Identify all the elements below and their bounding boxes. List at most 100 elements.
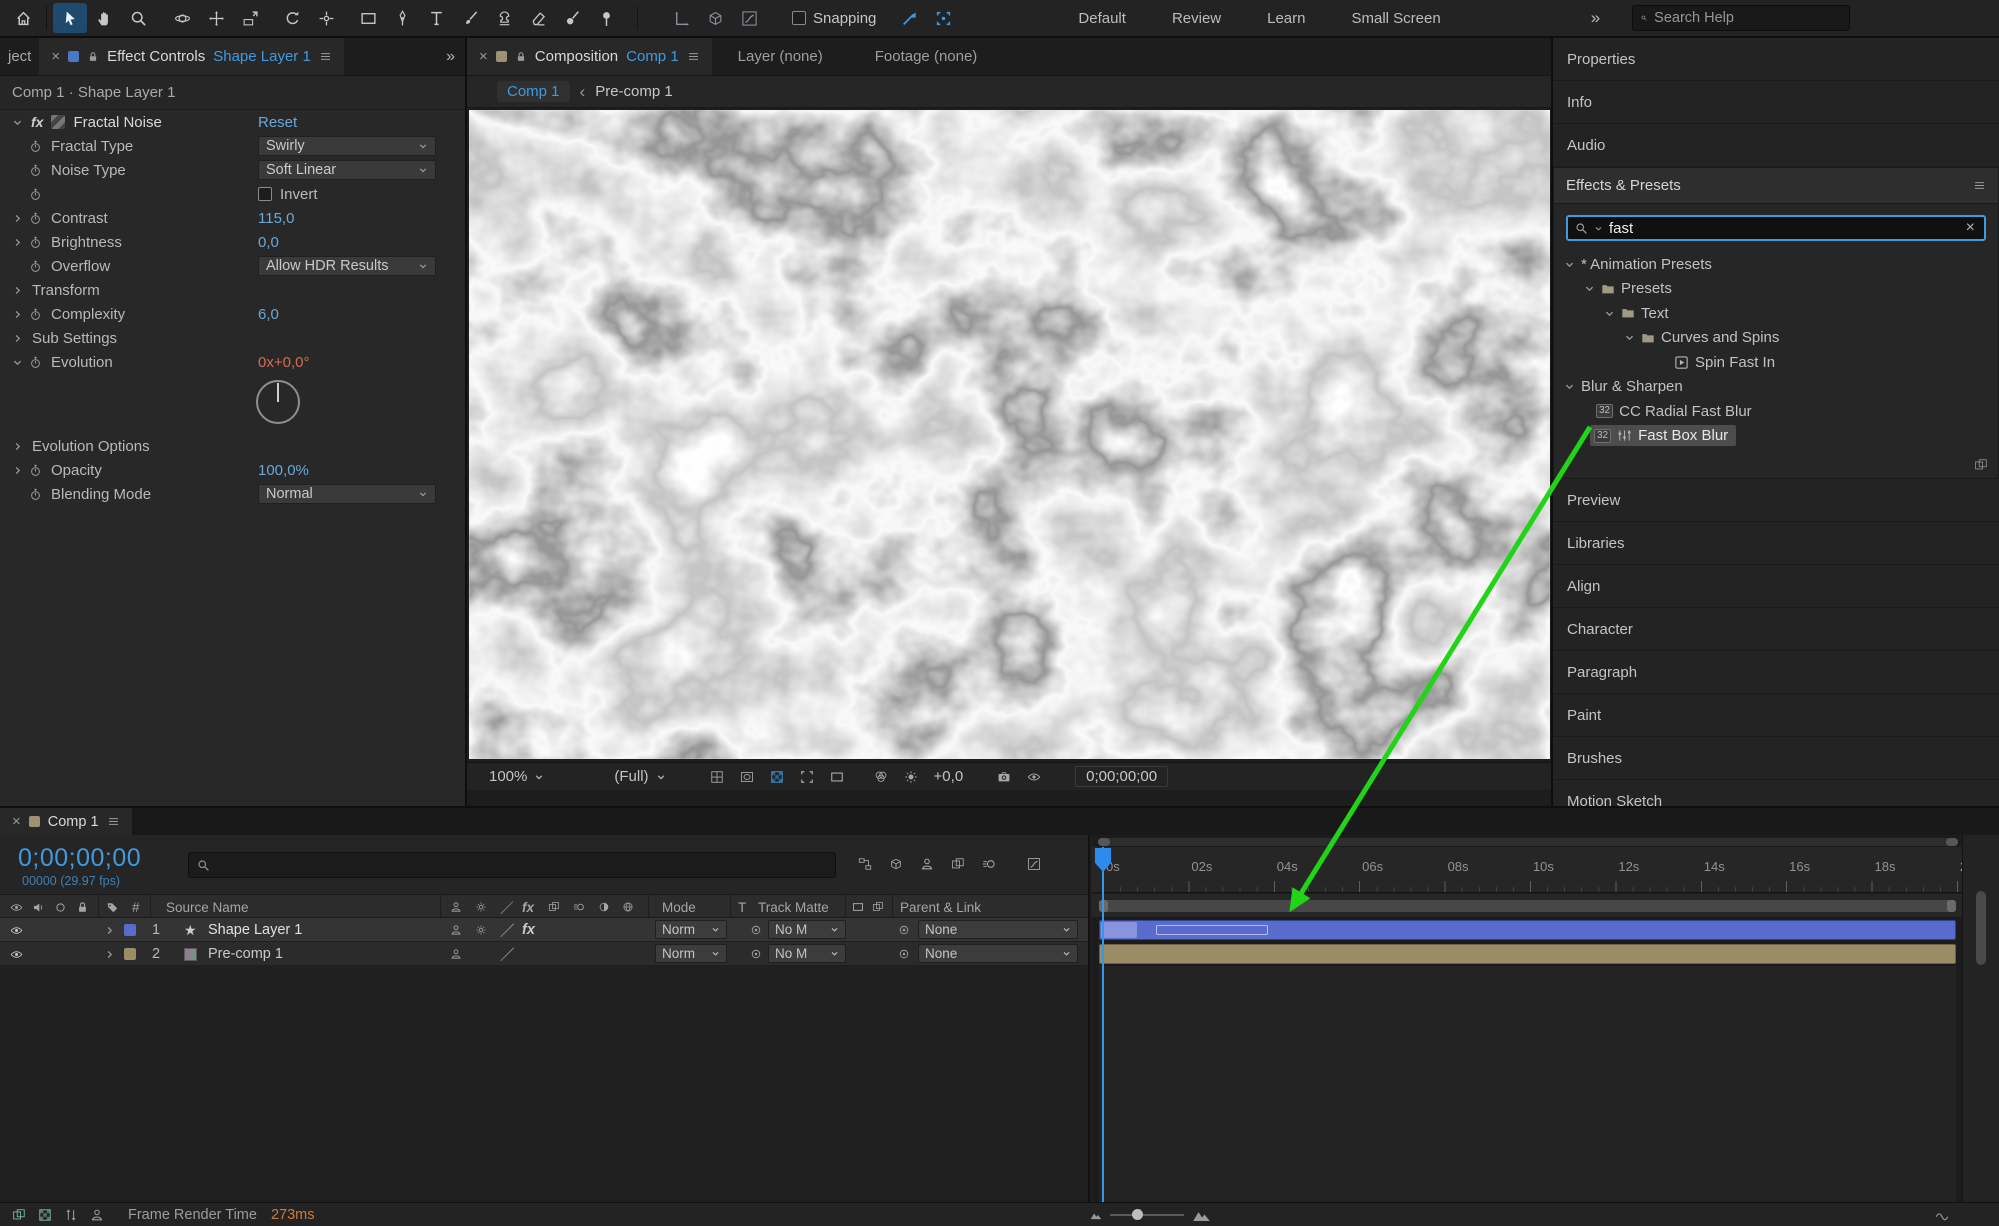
close-tab-icon[interactable]: ×: [479, 48, 488, 65]
collapsed-panel-tab[interactable]: Paragraph: [1553, 651, 1999, 694]
parent-link-column-header[interactable]: Parent & Link: [900, 895, 981, 919]
zoom-slider-track[interactable]: [1110, 1214, 1184, 1216]
navigator-end-handle[interactable]: [1946, 838, 1958, 846]
guides-icon[interactable]: [822, 770, 852, 784]
navigator-start-handle[interactable]: [1098, 838, 1110, 846]
blending-mode-dropdown[interactable]: Normal: [258, 484, 436, 504]
axis-mode-world-icon[interactable]: [698, 3, 732, 33]
axis-mode-view-icon[interactable]: [732, 3, 766, 33]
effects-search-box[interactable]: ×: [1566, 215, 1986, 241]
transform-group-row[interactable]: Transform: [0, 278, 465, 302]
chevron-right-icon[interactable]: [12, 465, 23, 476]
timeline-search-input[interactable]: [217, 857, 827, 873]
timeline-search-box[interactable]: [188, 852, 836, 878]
pen-tool-icon[interactable]: [385, 3, 419, 33]
track-matte-pickwhip-icon[interactable]: [750, 918, 762, 942]
rectangle-tool-icon[interactable]: [351, 3, 385, 33]
parent-dropdown[interactable]: None: [918, 920, 1078, 939]
graph-editor-icon[interactable]: [1027, 857, 1041, 871]
snapping-checkbox[interactable]: [792, 11, 806, 25]
mask-visibility-icon[interactable]: [732, 770, 762, 784]
time-navigator[interactable]: [1098, 838, 1958, 846]
fx-badge[interactable]: fx: [31, 114, 43, 130]
parent-pickwhip-icon[interactable]: [898, 918, 910, 942]
layer-row-precomp[interactable]: 2 Pre-comp 1 ／ Norm No M None: [0, 942, 1088, 966]
sub-settings-group-row[interactable]: Sub Settings: [0, 326, 465, 350]
draft-3d-icon[interactable]: [889, 857, 903, 871]
vertical-scrollbar-thumb[interactable]: [1976, 891, 1986, 965]
stopwatch-icon[interactable]: [29, 236, 42, 249]
dolly-camera-tool-icon[interactable]: [233, 3, 267, 33]
quality-toggle-icon[interactable]: ／: [500, 942, 515, 966]
tree-item-fast-box-blur[interactable]: 32 Fast Box Blur: [1554, 424, 1998, 449]
chevron-down-icon[interactable]: [12, 117, 23, 128]
source-name-column-header[interactable]: Source Name: [166, 895, 249, 919]
comp-duration-region[interactable]: [1099, 966, 1956, 1202]
effects-search-input[interactable]: [1609, 220, 1958, 237]
brush-tool-icon[interactable]: [453, 3, 487, 33]
exposure-value[interactable]: +0,0: [934, 768, 964, 785]
clear-search-icon[interactable]: ×: [1964, 219, 1977, 237]
timeline-empty-area[interactable]: [0, 966, 1088, 1202]
home-icon[interactable]: [6, 3, 40, 33]
timeline-comp-tab[interactable]: × Comp 1: [0, 808, 132, 835]
stopwatch-icon[interactable]: [29, 188, 42, 201]
panel-menu-icon[interactable]: [107, 815, 120, 828]
collapsed-panel-tab[interactable]: Brushes: [1553, 737, 1999, 780]
work-area-end-handle[interactable]: [1947, 900, 1956, 912]
stopwatch-icon[interactable]: [29, 464, 42, 477]
rotation-tool-icon[interactable]: [275, 3, 309, 33]
collapsed-panel-tab[interactable]: Motion Sketch: [1553, 780, 1999, 806]
collapsed-panel-tab[interactable]: Character: [1553, 608, 1999, 651]
shy-toggle-icon[interactable]: [450, 942, 462, 966]
stopwatch-icon[interactable]: [29, 212, 42, 225]
chevron-right-icon[interactable]: [12, 285, 23, 296]
collapsed-panel-tab[interactable]: Align: [1553, 565, 1999, 608]
workspace-tab-learn[interactable]: Learn: [1267, 10, 1305, 27]
stopwatch-icon[interactable]: [29, 308, 42, 321]
panel-menu-icon[interactable]: [319, 50, 332, 63]
snapshot-camera-icon[interactable]: [989, 770, 1019, 784]
chevron-right-icon[interactable]: [12, 441, 23, 452]
reset-exposure-icon[interactable]: [896, 770, 926, 784]
motion-blur-icon[interactable]: [982, 857, 996, 871]
channel-display-icon[interactable]: [866, 770, 896, 784]
stopwatch-icon[interactable]: [29, 164, 42, 177]
tree-item-text[interactable]: Text: [1554, 301, 1998, 326]
contrast-value[interactable]: 115,0: [258, 210, 294, 227]
stopwatch-icon[interactable]: [29, 488, 42, 501]
close-tab-icon[interactable]: ×: [12, 813, 21, 830]
wave-toggle-icon[interactable]: [1929, 1208, 1955, 1222]
frame-blending-icon[interactable]: [951, 857, 965, 871]
workspace-overflow-button[interactable]: »: [1591, 8, 1598, 28]
collapsed-panel-tab[interactable]: Info: [1553, 81, 1999, 124]
overflow-dropdown[interactable]: Allow HDR Results: [258, 256, 436, 276]
parent-dropdown[interactable]: None: [918, 944, 1078, 963]
layer-expander-icon[interactable]: [104, 942, 115, 966]
t-column-header[interactable]: T: [738, 895, 746, 919]
chevron-right-icon[interactable]: [12, 237, 23, 248]
workspace-tab-default[interactable]: Default: [1078, 10, 1126, 27]
shape-layer-duration-bar[interactable]: [1099, 920, 1956, 940]
pan-behind-tool-icon[interactable]: [309, 3, 343, 33]
evolution-value[interactable]: 0x+0,0°: [258, 354, 309, 371]
invert-checkbox[interactable]: [258, 187, 272, 201]
orbit-camera-tool-icon[interactable]: [165, 3, 199, 33]
snapping-toggle[interactable]: Snapping: [792, 10, 876, 27]
effect-controls-tab[interactable]: × Effect Controls Shape Layer 1: [39, 38, 343, 75]
time-ruler[interactable]: 0s02s04s06s08s10s12s14s16s18s20s: [1092, 847, 1962, 893]
quality-toggle-icon[interactable]: ／: [500, 918, 515, 942]
collapse-toggle-icon[interactable]: [475, 918, 487, 942]
pan-camera-tool-icon[interactable]: [199, 3, 233, 33]
effect-header-row[interactable]: fx Fractal Noise Reset: [0, 110, 465, 134]
panel-menu-icon[interactable]: [1973, 179, 1986, 192]
effect-controls-breadcrumb[interactable]: Comp 1 · Shape Layer 1: [0, 76, 465, 110]
current-time-display[interactable]: 0;00;00;00: [18, 844, 141, 873]
chevron-down-icon[interactable]: [1624, 332, 1635, 343]
project-tab-clipped[interactable]: ject: [0, 38, 39, 75]
workspace-tab-review[interactable]: Review: [1172, 10, 1221, 27]
eraser-tool-icon[interactable]: [521, 3, 555, 33]
tree-item-cc-radial-fast-blur[interactable]: 32 CC Radial Fast Blur: [1554, 399, 1998, 424]
chevron-right-icon[interactable]: [12, 333, 23, 344]
layer-visibility-eye-icon[interactable]: [10, 918, 23, 942]
